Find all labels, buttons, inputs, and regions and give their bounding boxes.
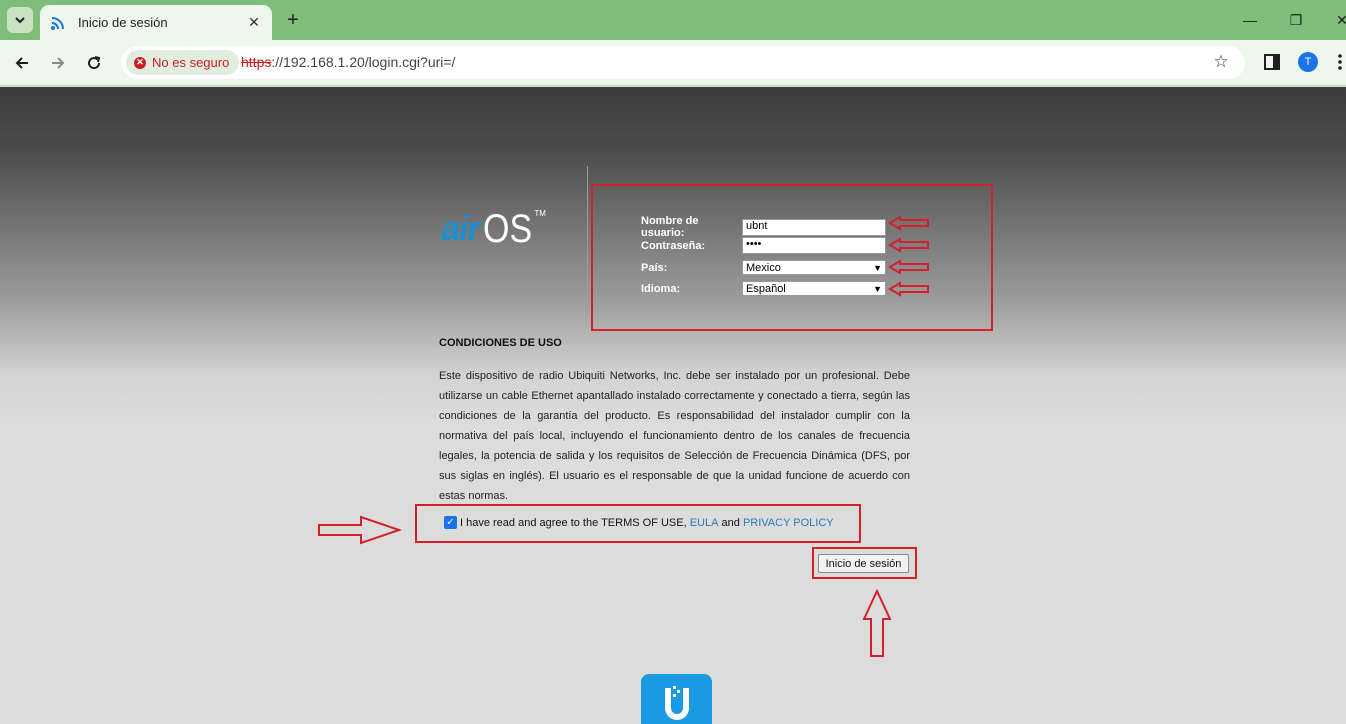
- browser-tab-bar: Inicio de sesión ✕ + — ❐ ✕: [0, 0, 1346, 40]
- url-scheme: https: [241, 54, 272, 70]
- annotation-box-agree: [415, 504, 861, 543]
- annotation-arrow-right: [318, 515, 403, 545]
- url-text: https://192.168.1.20/login.cgi?uri=/: [241, 54, 455, 70]
- forward-arrow-icon: [52, 57, 65, 69]
- back-button[interactable]: [10, 51, 34, 75]
- tab-title: Inicio de sesión: [78, 15, 168, 30]
- back-arrow-icon: [15, 57, 28, 69]
- logo-air: air: [441, 210, 481, 248]
- bookmark-star-icon[interactable]: ☆: [1211, 52, 1231, 72]
- wifi-favicon-icon: [51, 16, 64, 30]
- terms-title: CONDICIONES DE USO: [439, 337, 562, 349]
- chevron-down-icon: [15, 17, 25, 24]
- reload-icon: [88, 56, 101, 70]
- security-label: No es seguro: [152, 55, 230, 70]
- browser-toolbar: ✕ No es seguro https://192.168.1.20/logi…: [0, 40, 1346, 86]
- close-tab-icon[interactable]: ✕: [246, 14, 262, 31]
- browser-tab[interactable]: Inicio de sesión ✕: [40, 5, 272, 40]
- url-path: ://192.168.1.20/login.cgi?uri=/: [271, 54, 456, 70]
- annotation-arrow-up: [862, 589, 892, 657]
- tab-search-button[interactable]: [7, 7, 33, 33]
- ubiquiti-logo: [641, 674, 712, 724]
- annotation-arrows-left: [888, 215, 929, 297]
- terms-body: Este dispositivo de radio Ubiquiti Netwo…: [439, 370, 910, 502]
- login-page: air OS TM Nombre de usuario: ubnt Contra…: [0, 87, 1346, 724]
- close-window-button[interactable]: ✕: [1332, 10, 1346, 30]
- more-menu-icon[interactable]: [1334, 52, 1346, 72]
- airos-logo: air OS TM: [441, 207, 546, 251]
- address-bar[interactable]: ✕ No es seguro https://192.168.1.20/logi…: [121, 46, 1245, 79]
- profile-avatar[interactable]: T: [1298, 52, 1318, 72]
- side-panel-icon[interactable]: [1262, 52, 1282, 72]
- reload-button[interactable]: [82, 51, 106, 75]
- security-chip[interactable]: ✕ No es seguro: [126, 50, 240, 75]
- vertical-divider: [587, 166, 588, 314]
- forward-button[interactable]: [46, 51, 70, 75]
- new-tab-button[interactable]: +: [282, 9, 304, 31]
- minimize-button[interactable]: —: [1240, 10, 1260, 30]
- restore-button[interactable]: ❐: [1286, 10, 1306, 30]
- insecure-warning-icon: ✕: [134, 56, 146, 69]
- logo-os: OS: [482, 207, 532, 251]
- logo-tm: TM: [534, 209, 546, 218]
- annotation-box-login: [812, 547, 917, 579]
- ubiquiti-u-icon: [664, 686, 689, 720]
- annotation-box-form: [591, 184, 993, 331]
